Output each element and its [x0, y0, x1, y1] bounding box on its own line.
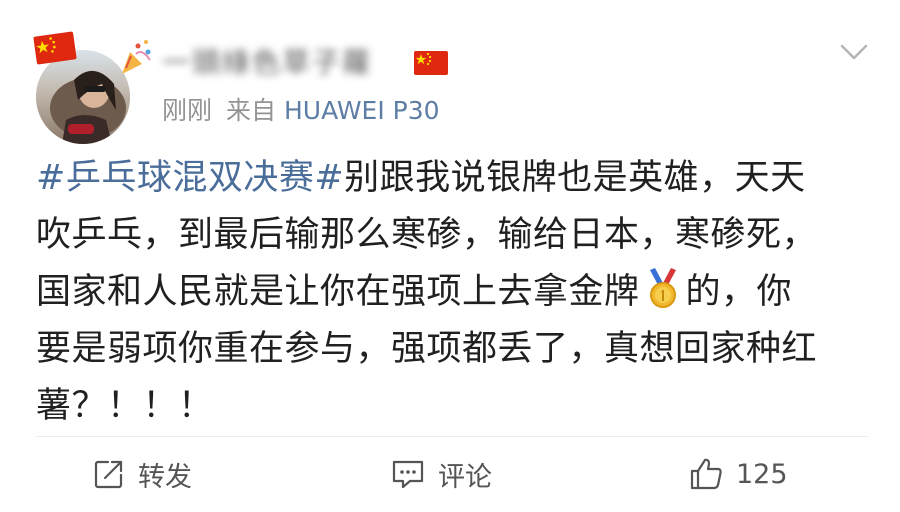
hashtag-link[interactable]: #乒乓球混双决赛# [36, 158, 344, 198]
post-line-5: 薯？！！！ [36, 386, 214, 426]
post-line-3: 国家和人民就是让你在强项上去拿金牌 的，你 [36, 264, 876, 321]
repost-icon [94, 460, 123, 489]
party-popper-icon [122, 40, 151, 74]
source-prefix: 来自 [226, 96, 277, 125]
post-text-segment: 的，你 [685, 272, 793, 312]
chevron-down-icon[interactable] [836, 38, 872, 66]
post-line-4: 要是弱项你重在参与，强项都丢了，真想回家种红 [36, 329, 818, 369]
post-line-2: 吹乒乓，到最后输那么寒碜，输给日本，寒碜死， [36, 215, 818, 255]
post-text-segment: 国家和人民就是让你在强项上去拿金牌 [36, 272, 640, 312]
repost-button[interactable]: 转发 [92, 446, 192, 502]
username-obscured[interactable]: 一頭綠色草子蘿 [162, 46, 400, 80]
weibo-post-card: 一頭綠色草子蘿 刚刚 来自 HUAWEI P30 #乒乓球混双决赛#别跟我说银牌也… [0, 0, 900, 512]
like-button[interactable]: 125 [688, 446, 788, 502]
post-line-1: #乒乓球混双决赛#别跟我说银牌也是英雄，天天 [36, 150, 876, 207]
gold-medal-icon [649, 268, 676, 308]
post-meta: 刚刚 来自 HUAWEI P30 [162, 96, 440, 126]
repost-label: 转发 [138, 461, 192, 493]
comment-icon [392, 460, 424, 489]
action-divider [36, 436, 868, 437]
like-count: 125 [736, 458, 788, 490]
comment-label: 评论 [438, 461, 492, 493]
china-flag-icon [33, 31, 77, 65]
post-body: #乒乓球混双决赛#别跟我说银牌也是英雄，天天 吹乒乓，到最后输那么寒碜，输给日本… [36, 150, 876, 435]
china-flag-icon [414, 51, 448, 75]
action-bar: 转发 评论 125 [0, 446, 900, 502]
comment-button[interactable]: 评论 [390, 446, 492, 502]
post-text-segment: 别跟我说银牌也是英雄，天天 [344, 158, 806, 198]
username-row[interactable]: 一頭綠色草子蘿 [162, 40, 448, 86]
device-name[interactable]: HUAWEI P30 [284, 96, 440, 125]
avatar-group[interactable] [32, 28, 151, 144]
thumbs-up-icon [690, 458, 722, 490]
timestamp: 刚刚 [162, 96, 213, 125]
